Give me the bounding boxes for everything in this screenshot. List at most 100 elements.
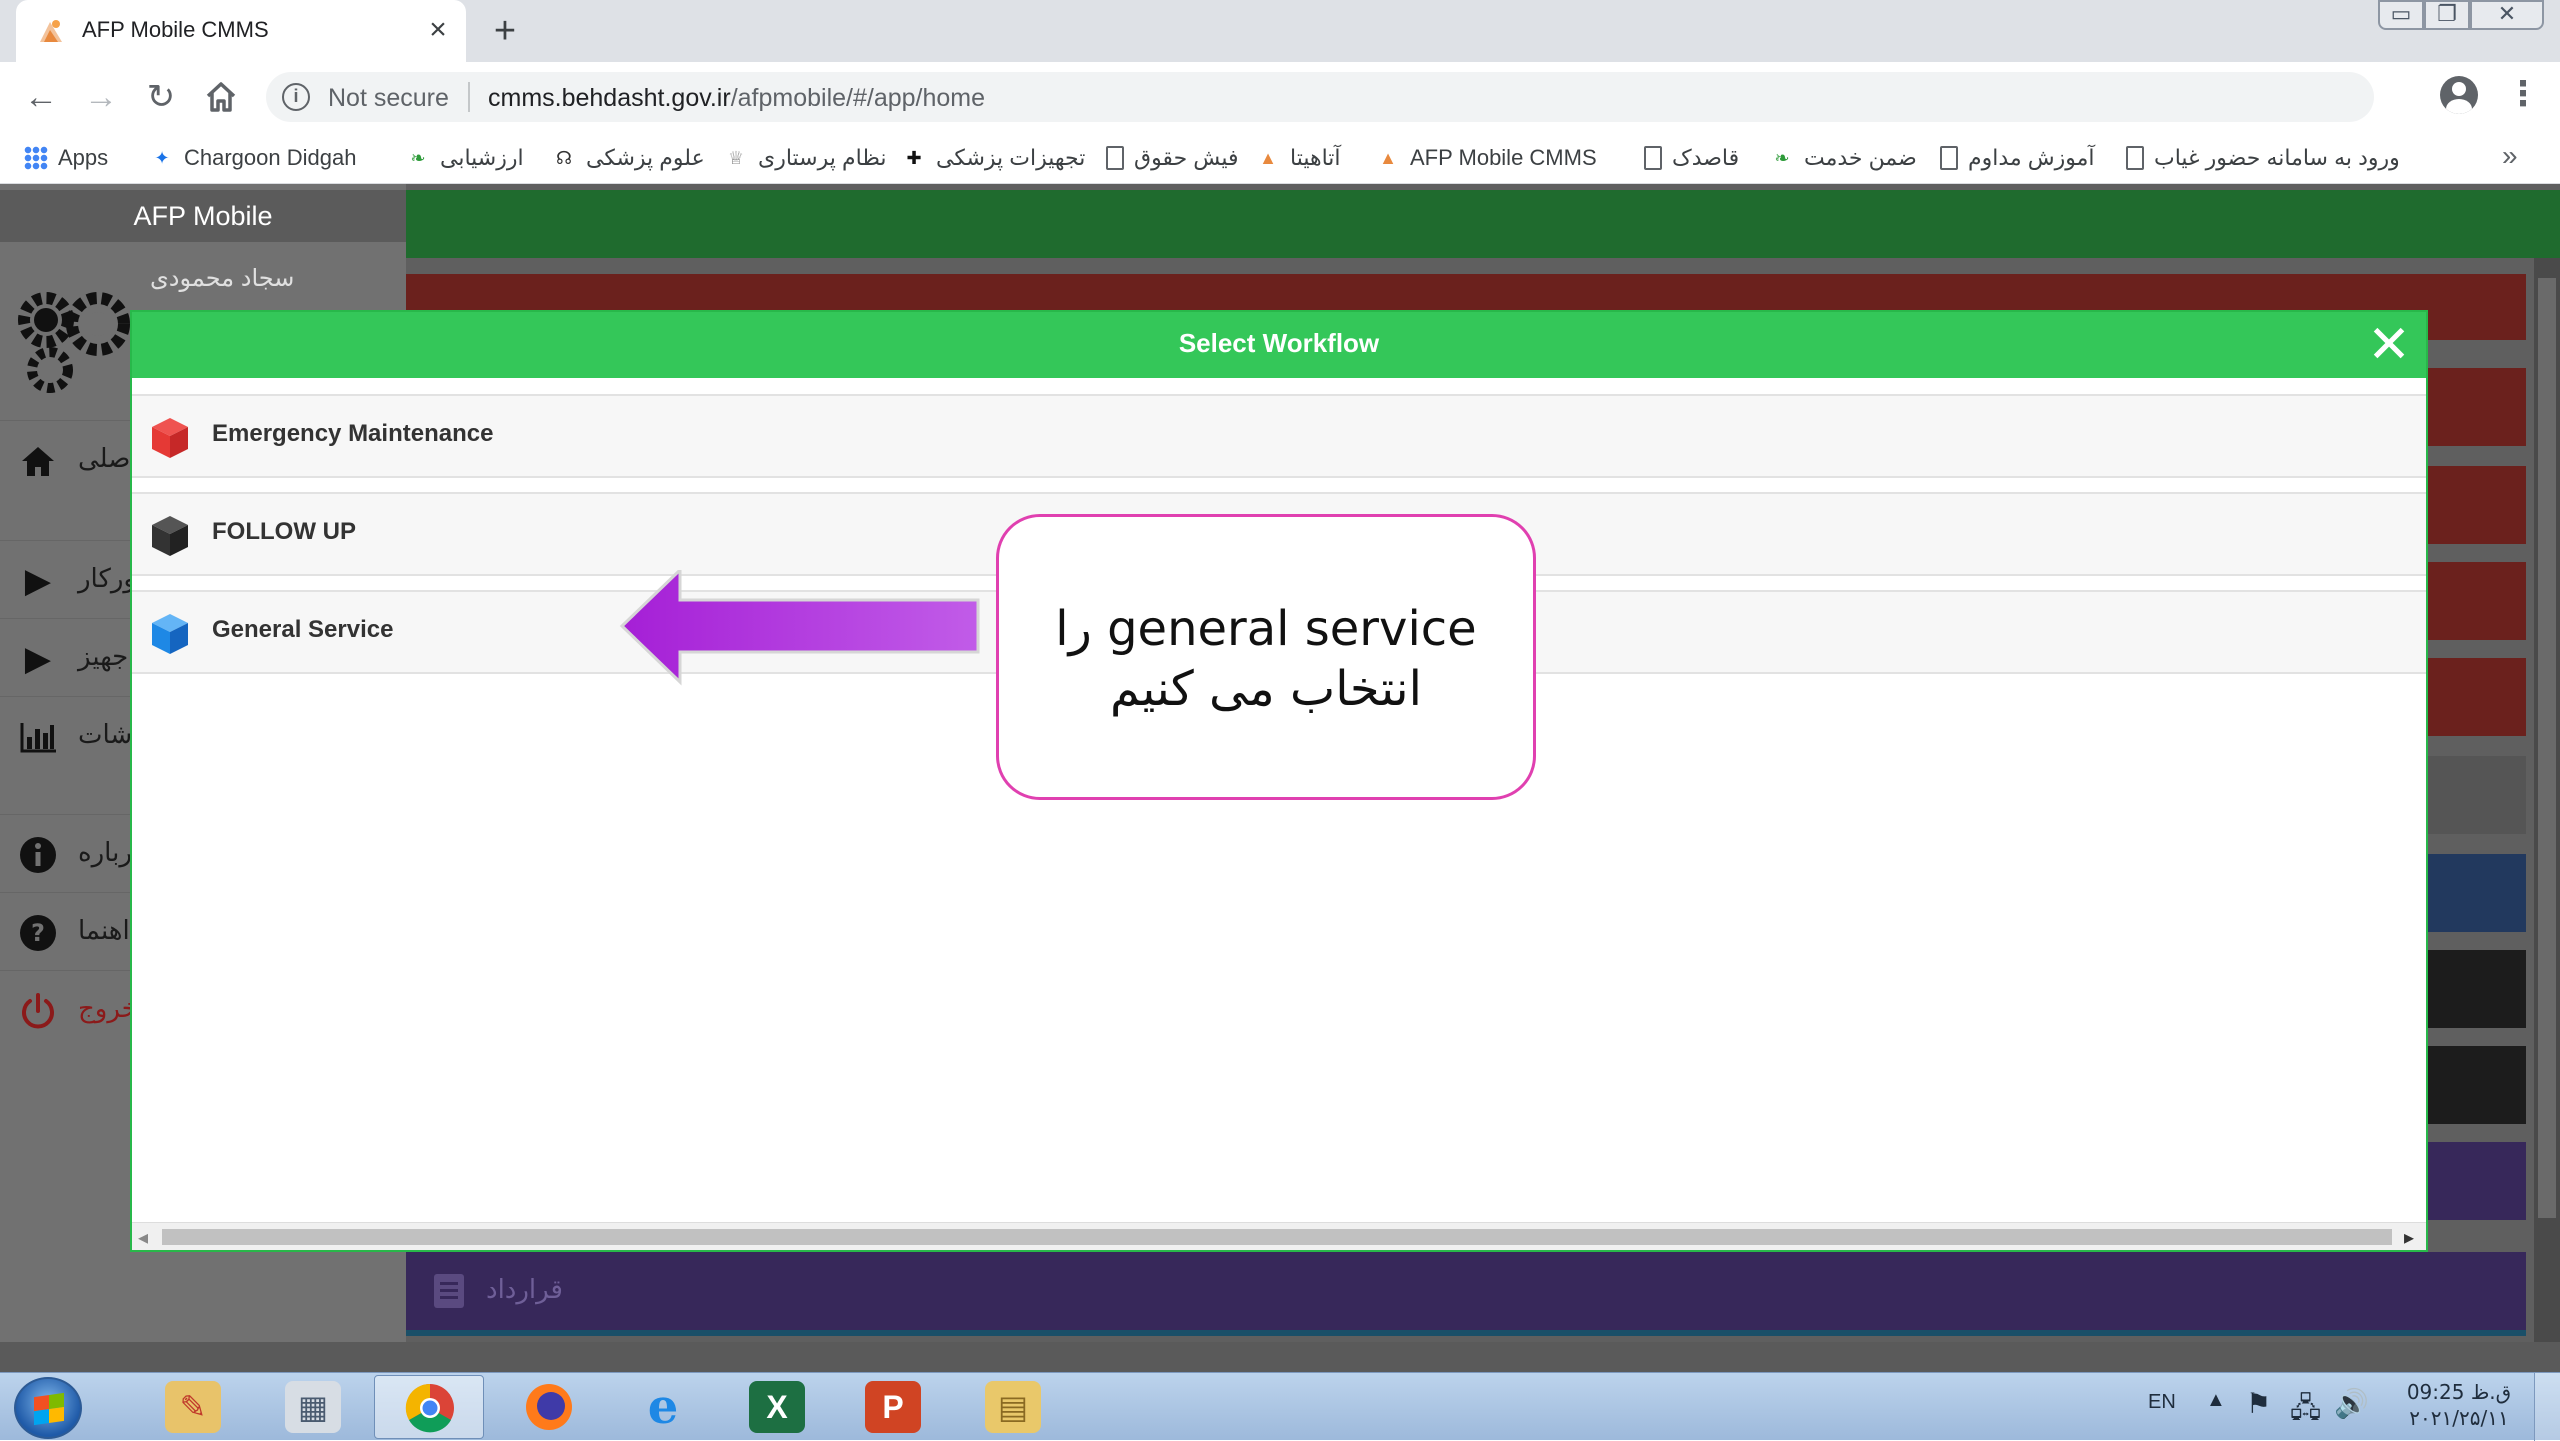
modal-title: Select Workflow bbox=[1178, 328, 1380, 358]
scroll-right-arrow-icon[interactable]: ▸ bbox=[2404, 1225, 2414, 1250]
bookmark-amoozesh[interactable]: آموزش مداوم bbox=[1940, 144, 2095, 174]
bookmark-afp-mobile[interactable]: ▲ AFP Mobile CMMS bbox=[1376, 144, 1597, 174]
tray-expand-icon[interactable]: ▲ bbox=[2206, 1389, 2226, 1412]
contract-tile-label: قرارداد bbox=[486, 1274, 563, 1304]
workflow-emergency-maintenance[interactable]: Emergency Maintenance bbox=[132, 394, 2426, 478]
taskbar-calculator[interactable]: ▦ bbox=[258, 1375, 368, 1439]
page-horizontal-scrollbar[interactable] bbox=[0, 1342, 2560, 1372]
bookmark-atahita[interactable]: ▲ آتاهیتا bbox=[1256, 144, 1340, 174]
bookmark-nezam-parastari[interactable]: ♕ نظام پرستاری bbox=[724, 144, 887, 174]
red-cube-icon bbox=[152, 418, 188, 458]
modal-header: Select Workflow ✕ bbox=[132, 312, 2426, 378]
bookmark-tajhizat[interactable]: ✚ تجهیزات پزشکی bbox=[902, 144, 1085, 174]
bar-chart-icon bbox=[20, 723, 56, 753]
modal-horizontal-scrollbar[interactable]: ◂ ▸ bbox=[132, 1222, 2426, 1250]
taskbar-powerpoint[interactable]: P bbox=[838, 1375, 948, 1439]
workflow-label: Emergency Maintenance bbox=[212, 420, 494, 447]
workflow-label: FOLLOW UP bbox=[212, 518, 356, 545]
show-desktop-button[interactable] bbox=[2534, 1373, 2560, 1441]
action-center-flag-icon[interactable]: ⚑ bbox=[2246, 1387, 2271, 1420]
chrome-icon bbox=[405, 1383, 454, 1433]
user-name: سجاد محمودی bbox=[150, 265, 295, 292]
bookmark-chargoon[interactable]: ✦ Chargoon Didgah bbox=[150, 144, 356, 174]
contract-tile[interactable]: قرارداد bbox=[406, 1252, 2526, 1330]
annotation-arrow-icon bbox=[619, 570, 980, 686]
language-indicator[interactable]: EN bbox=[2148, 1391, 2176, 1414]
reload-icon[interactable]: ↻ bbox=[140, 76, 182, 118]
info-icon[interactable]: i bbox=[282, 83, 310, 111]
omnibox-divider bbox=[468, 82, 470, 112]
address-bar[interactable]: i Not secure cmms.behdasht.gov.ir/afpmob… bbox=[266, 72, 2374, 122]
taskbar-explorer[interactable]: ▤ bbox=[958, 1375, 1068, 1439]
taskbar-excel[interactable]: X bbox=[722, 1375, 832, 1439]
taskbar-internet-explorer[interactable]: e bbox=[608, 1375, 718, 1439]
bookmark-ghasedak[interactable]: قاصدک bbox=[1644, 144, 1739, 174]
sidebar-title: AFP Mobile bbox=[0, 190, 406, 242]
forward-arrow-icon[interactable]: → bbox=[80, 76, 122, 118]
taskbar-paint[interactable]: ✎ bbox=[138, 1375, 248, 1439]
afp-logo-icon: ▲ bbox=[1379, 148, 1397, 169]
workflow-label: General Service bbox=[212, 616, 394, 643]
back-arrow-icon[interactable]: ← bbox=[20, 76, 62, 118]
home-icon bbox=[22, 447, 54, 476]
bookmark-zemn-khedmat[interactable]: ❧ ضمن خدمت bbox=[1770, 144, 1916, 174]
windows-logo-icon bbox=[34, 1392, 64, 1426]
window-close-button[interactable]: ✕ bbox=[2470, 0, 2544, 30]
paint-icon: ✎ bbox=[165, 1381, 221, 1433]
volume-icon[interactable]: 🔊 bbox=[2334, 1387, 2369, 1420]
bookmark-hozoor-ghiab[interactable]: ورود به سامانه حضور غیاب bbox=[2126, 144, 2400, 174]
page-vertical-scrollbar[interactable] bbox=[2534, 258, 2560, 1358]
annotation-callout: general service را انتخاب می کنیم bbox=[996, 514, 1536, 800]
scrollbar-thumb[interactable] bbox=[162, 1229, 2392, 1245]
leaf-icon: ❧ bbox=[1774, 148, 1790, 169]
document-icon bbox=[1940, 146, 1958, 171]
blue-cube-icon bbox=[152, 614, 188, 654]
avatar-body bbox=[2446, 99, 2472, 114]
svg-text:?: ? bbox=[31, 919, 45, 947]
tile-divider bbox=[406, 1330, 2526, 1336]
browser-tab[interactable]: AFP Mobile CMMS × bbox=[16, 0, 466, 62]
url-text[interactable]: cmms.behdasht.gov.ir/afpmobile/#/app/hom… bbox=[488, 84, 985, 113]
bookmarks-overflow-icon[interactable]: » bbox=[2502, 140, 2518, 172]
network-icon[interactable]: 🖧 bbox=[2290, 1387, 2321, 1435]
bookmark-olum-pezeshki[interactable]: ☊ علوم پزشکی bbox=[552, 144, 705, 174]
gears-icon bbox=[18, 292, 130, 393]
windows-taskbar: ✎ ▦ e X P ▤ EN ▲ ⚑ 🖧 🔊 09:25 ق.ظ ۲۰۲۱/۲۵… bbox=[0, 1372, 2560, 1441]
medkit-icon: ✚ bbox=[906, 148, 922, 169]
taskbar-firefox[interactable] bbox=[494, 1375, 604, 1439]
explorer-icon: ▤ bbox=[985, 1381, 1041, 1433]
apps-grid-icon bbox=[24, 146, 48, 171]
sidebar-item-label: جهیز bbox=[78, 641, 129, 671]
minimize-button[interactable]: ▭ bbox=[2378, 0, 2424, 30]
tab-strip: AFP Mobile CMMS × + ▭ ❐ ✕ bbox=[0, 0, 2560, 62]
annotation-line-2: انتخاب می کنیم bbox=[1110, 661, 1422, 717]
people-icon: ☊ bbox=[556, 148, 572, 169]
system-clock[interactable]: 09:25 ق.ظ ۲۰۲۱/۲۵/۱۱ bbox=[2394, 1379, 2524, 1431]
bookmark-apps[interactable]: Apps bbox=[24, 144, 108, 174]
help-icon: ? bbox=[20, 915, 56, 951]
close-icon[interactable]: ✕ bbox=[2364, 319, 2414, 371]
document-icon bbox=[2126, 146, 2144, 171]
clock-time: 09:25 ق.ظ bbox=[2406, 1380, 2512, 1404]
bookmark-fish-hoghoogh[interactable]: فیش حقوق bbox=[1106, 144, 1238, 174]
kebab-menu-icon[interactable]: ⋮ bbox=[2506, 74, 2540, 114]
maximize-button[interactable]: ❐ bbox=[2424, 0, 2470, 30]
sidebar-item-label: صلی bbox=[78, 443, 131, 473]
sidebar-item-label: شات bbox=[78, 719, 133, 749]
security-label[interactable]: Not secure bbox=[328, 84, 449, 113]
annotation-line-1: general service را bbox=[1055, 601, 1477, 657]
start-button[interactable] bbox=[14, 1377, 82, 1439]
document-list-icon bbox=[434, 1274, 464, 1308]
taskbar-chrome[interactable] bbox=[374, 1375, 484, 1439]
tab-close-icon[interactable]: × bbox=[420, 12, 456, 48]
caret-right-icon: ▶ bbox=[24, 640, 52, 678]
profile-avatar-icon[interactable] bbox=[2440, 76, 2478, 114]
scrollbar-thumb[interactable] bbox=[2538, 278, 2556, 1218]
bookmark-arzeshyabi[interactable]: ❧ ارزشیابی bbox=[406, 144, 523, 174]
ie-icon: e bbox=[647, 1379, 679, 1435]
new-tab-button[interactable]: + bbox=[484, 10, 526, 52]
afp-logo-icon bbox=[40, 20, 62, 42]
home-icon[interactable] bbox=[200, 76, 242, 118]
scroll-left-arrow-icon[interactable]: ◂ bbox=[138, 1225, 148, 1250]
excel-icon: X bbox=[749, 1381, 805, 1433]
